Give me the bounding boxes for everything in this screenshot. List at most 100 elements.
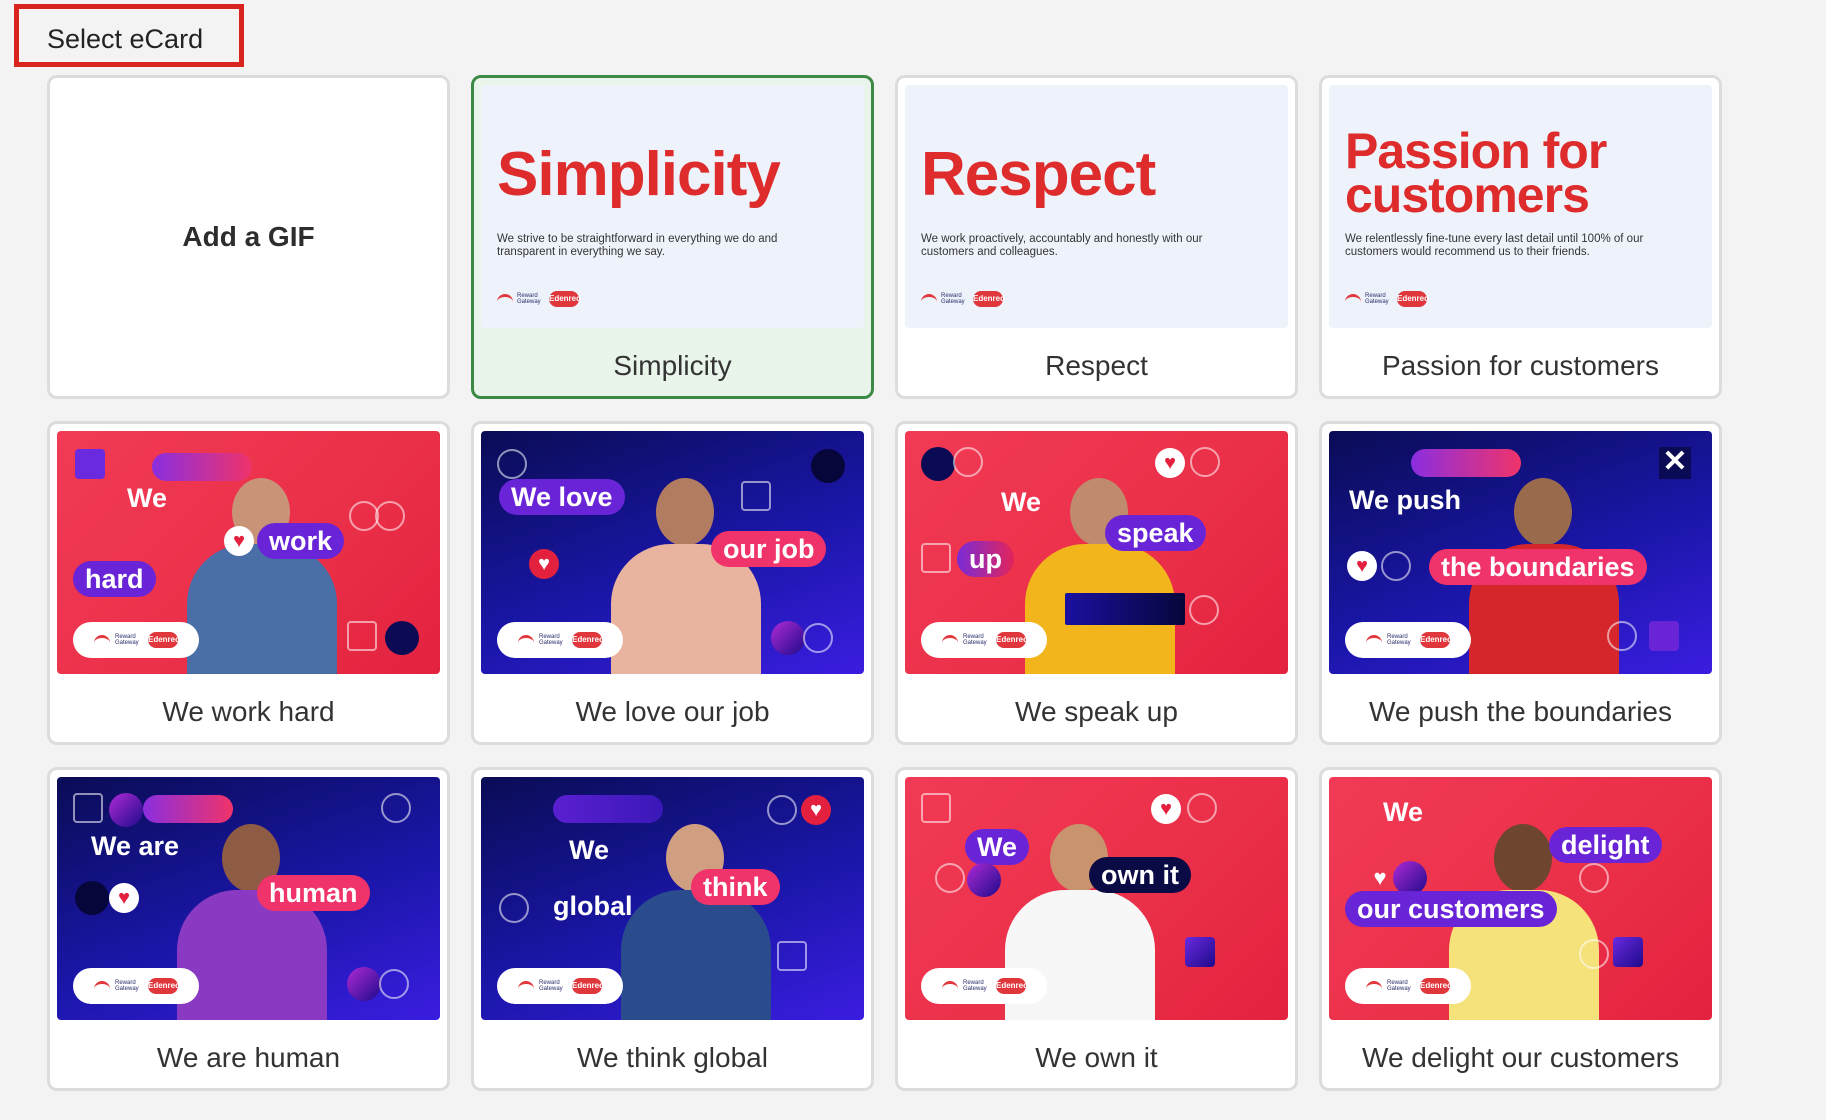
ecard-label: We think global (577, 1042, 768, 1073)
ecard-respect[interactable]: Respect We work proactively, accountably… (895, 75, 1298, 399)
edenred-logo: Edenred (572, 632, 604, 648)
decor-bar (1065, 593, 1185, 625)
ecard-thumbnail: Passion for customers We relentlessly fi… (1329, 85, 1712, 328)
brand-logo: Reward Gateway Edenred (921, 622, 1047, 658)
reward-gateway-logo-icon (518, 634, 534, 646)
ecard-label: Passion for customers (1382, 350, 1659, 381)
decor-orb (771, 621, 805, 655)
heart-icon: ♥ (109, 883, 139, 913)
ecard-thumbnail: We are ♥ human Reward Gateway Edenred (57, 777, 440, 1020)
ecard-we-speak-up[interactable]: We ♥ speak up Reward Gateway Edenred We … (895, 421, 1298, 745)
decor-orb (1393, 861, 1427, 895)
x-icon: ✕ (1659, 447, 1691, 479)
ecard-label: We own it (1035, 1042, 1158, 1073)
ecard-we-delight-our-customers[interactable]: We delight ♥ our customers Reward Gatewa… (1319, 767, 1722, 1091)
brand-logo: Reward Gateway Edenred (921, 291, 1005, 307)
brand-logo: Reward Gateway Edenred (921, 968, 1047, 1004)
decor-bar (143, 795, 233, 823)
ecard-label: Simplicity (613, 350, 732, 381)
decor-ring (1187, 793, 1217, 823)
person-photo (1025, 474, 1175, 674)
reward-gateway-logo-icon (94, 634, 110, 646)
ecard-we-push-the-boundaries[interactable]: ✕ We push ♥ the boundaries Reward Gatewa… (1319, 421, 1722, 745)
ecard-headline: Respect (921, 140, 1156, 209)
decor-square (1649, 621, 1679, 651)
decor-orb (811, 449, 845, 483)
decor-orb (75, 881, 109, 915)
reward-gateway-logo-icon (1366, 634, 1382, 646)
decor-square (1613, 937, 1643, 967)
decor-orb (347, 967, 381, 1001)
decor-orb (109, 793, 143, 827)
add-gif-label: Add a GIF (182, 221, 315, 252)
heart-icon: ♥ (1151, 794, 1181, 824)
heart-icon: ♥ (801, 795, 831, 825)
decor-bar (553, 795, 663, 823)
heart-icon: ♥ (224, 526, 254, 556)
ecard-headline: Simplicity (497, 140, 781, 209)
decor-ring (375, 501, 405, 531)
decor-square (741, 481, 771, 511)
edenred-logo: Edenred (572, 978, 604, 994)
decor-ring (803, 623, 833, 653)
heart-icon: ♥ (1347, 551, 1377, 581)
reward-gateway-logo-icon (497, 293, 513, 305)
decor-square (75, 449, 105, 479)
edenred-logo: Edenred (996, 978, 1028, 994)
decor-ring (1381, 551, 1411, 581)
ecard-label: We love our job (575, 696, 770, 727)
person-photo (177, 820, 327, 1020)
brand-logo: Reward Gateway Edenred (497, 291, 581, 307)
edenred-logo: Edenred (148, 632, 180, 648)
decor-square (921, 793, 951, 823)
reward-gateway-logo-icon (1366, 980, 1382, 992)
decor-orb (921, 447, 955, 481)
ecard-label: We speak up (1015, 696, 1178, 727)
decor-ring (1189, 595, 1219, 625)
reward-gateway-logo-icon (921, 293, 937, 305)
ecard-description: We work proactively, accountably and hon… (921, 233, 1203, 258)
decor-square (921, 543, 951, 573)
ecard-label: Respect (1045, 350, 1148, 381)
edenred-logo: Edenred (549, 291, 581, 307)
ecard-thumbnail: ♥ We think global Reward Gateway Edenred (481, 777, 864, 1020)
brand-logo: Reward Gateway Edenred (73, 968, 199, 1004)
ecard-passion-for-customers[interactable]: Passion for customers We relentlessly fi… (1319, 75, 1722, 399)
decor-orb (385, 621, 419, 655)
ecard-thumbnail: ♥ We own it Reward Gateway Edenred (905, 777, 1288, 1020)
brand-logo: Reward Gateway Edenred (497, 622, 623, 658)
ecard-label: We are human (156, 1042, 341, 1073)
ecard-we-own-it[interactable]: ♥ We own it Reward Gateway Edenred We ow… (895, 767, 1298, 1091)
ecard-thumbnail: We work ♥ hard Reward Gateway Edenred (57, 431, 440, 674)
ecard-headline: Passion for customers (1345, 123, 1607, 223)
ecard-we-work-hard[interactable]: We work ♥ hard Reward Gateway Edenred We… (47, 421, 450, 745)
edenred-logo: Edenred (1397, 291, 1429, 307)
edenred-logo: Edenred (148, 978, 180, 994)
page-title: Select eCard (47, 24, 204, 54)
decor-ring (1190, 447, 1220, 477)
reward-gateway-logo-icon (1345, 293, 1361, 305)
edenred-logo: Edenred (1420, 978, 1452, 994)
ecard-simplicity[interactable]: Simplicity We strive to be straightforwa… (471, 75, 874, 399)
ecard-description: We strive to be straightforward in every… (497, 233, 778, 258)
ecard-we-love-our-job[interactable]: We love ♥ our job Reward Gateway Edenred… (471, 421, 874, 745)
ecard-label: We delight our customers (1362, 1042, 1679, 1073)
decor-ring (767, 795, 797, 825)
ecard-we-think-global[interactable]: ♥ We think global Reward Gateway Edenred… (471, 767, 874, 1091)
ecard-thumbnail: We ♥ speak up Reward Gateway Edenred (905, 431, 1288, 674)
brand-logo: Reward Gateway Edenred (497, 968, 623, 1004)
reward-gateway-logo-icon (518, 980, 534, 992)
reward-gateway-logo-icon (942, 980, 958, 992)
ecard-we-are-human[interactable]: We are ♥ human Reward Gateway Edenred We… (47, 767, 450, 1091)
decor-square (1185, 937, 1215, 967)
decor-ring (1579, 863, 1609, 893)
decor-orb (967, 863, 1001, 897)
decor-ring (379, 969, 409, 999)
edenred-logo: Edenred (1420, 632, 1452, 648)
ecard-thumbnail: Respect We work proactively, accountably… (905, 85, 1288, 328)
decor-ring (381, 793, 411, 823)
decor-ring (499, 893, 529, 923)
ecard-thumbnail: We delight ♥ our customers Reward Gatewa… (1329, 777, 1712, 1020)
add-gif-card[interactable]: Add a GIF (47, 75, 450, 399)
decor-ring (953, 447, 983, 477)
